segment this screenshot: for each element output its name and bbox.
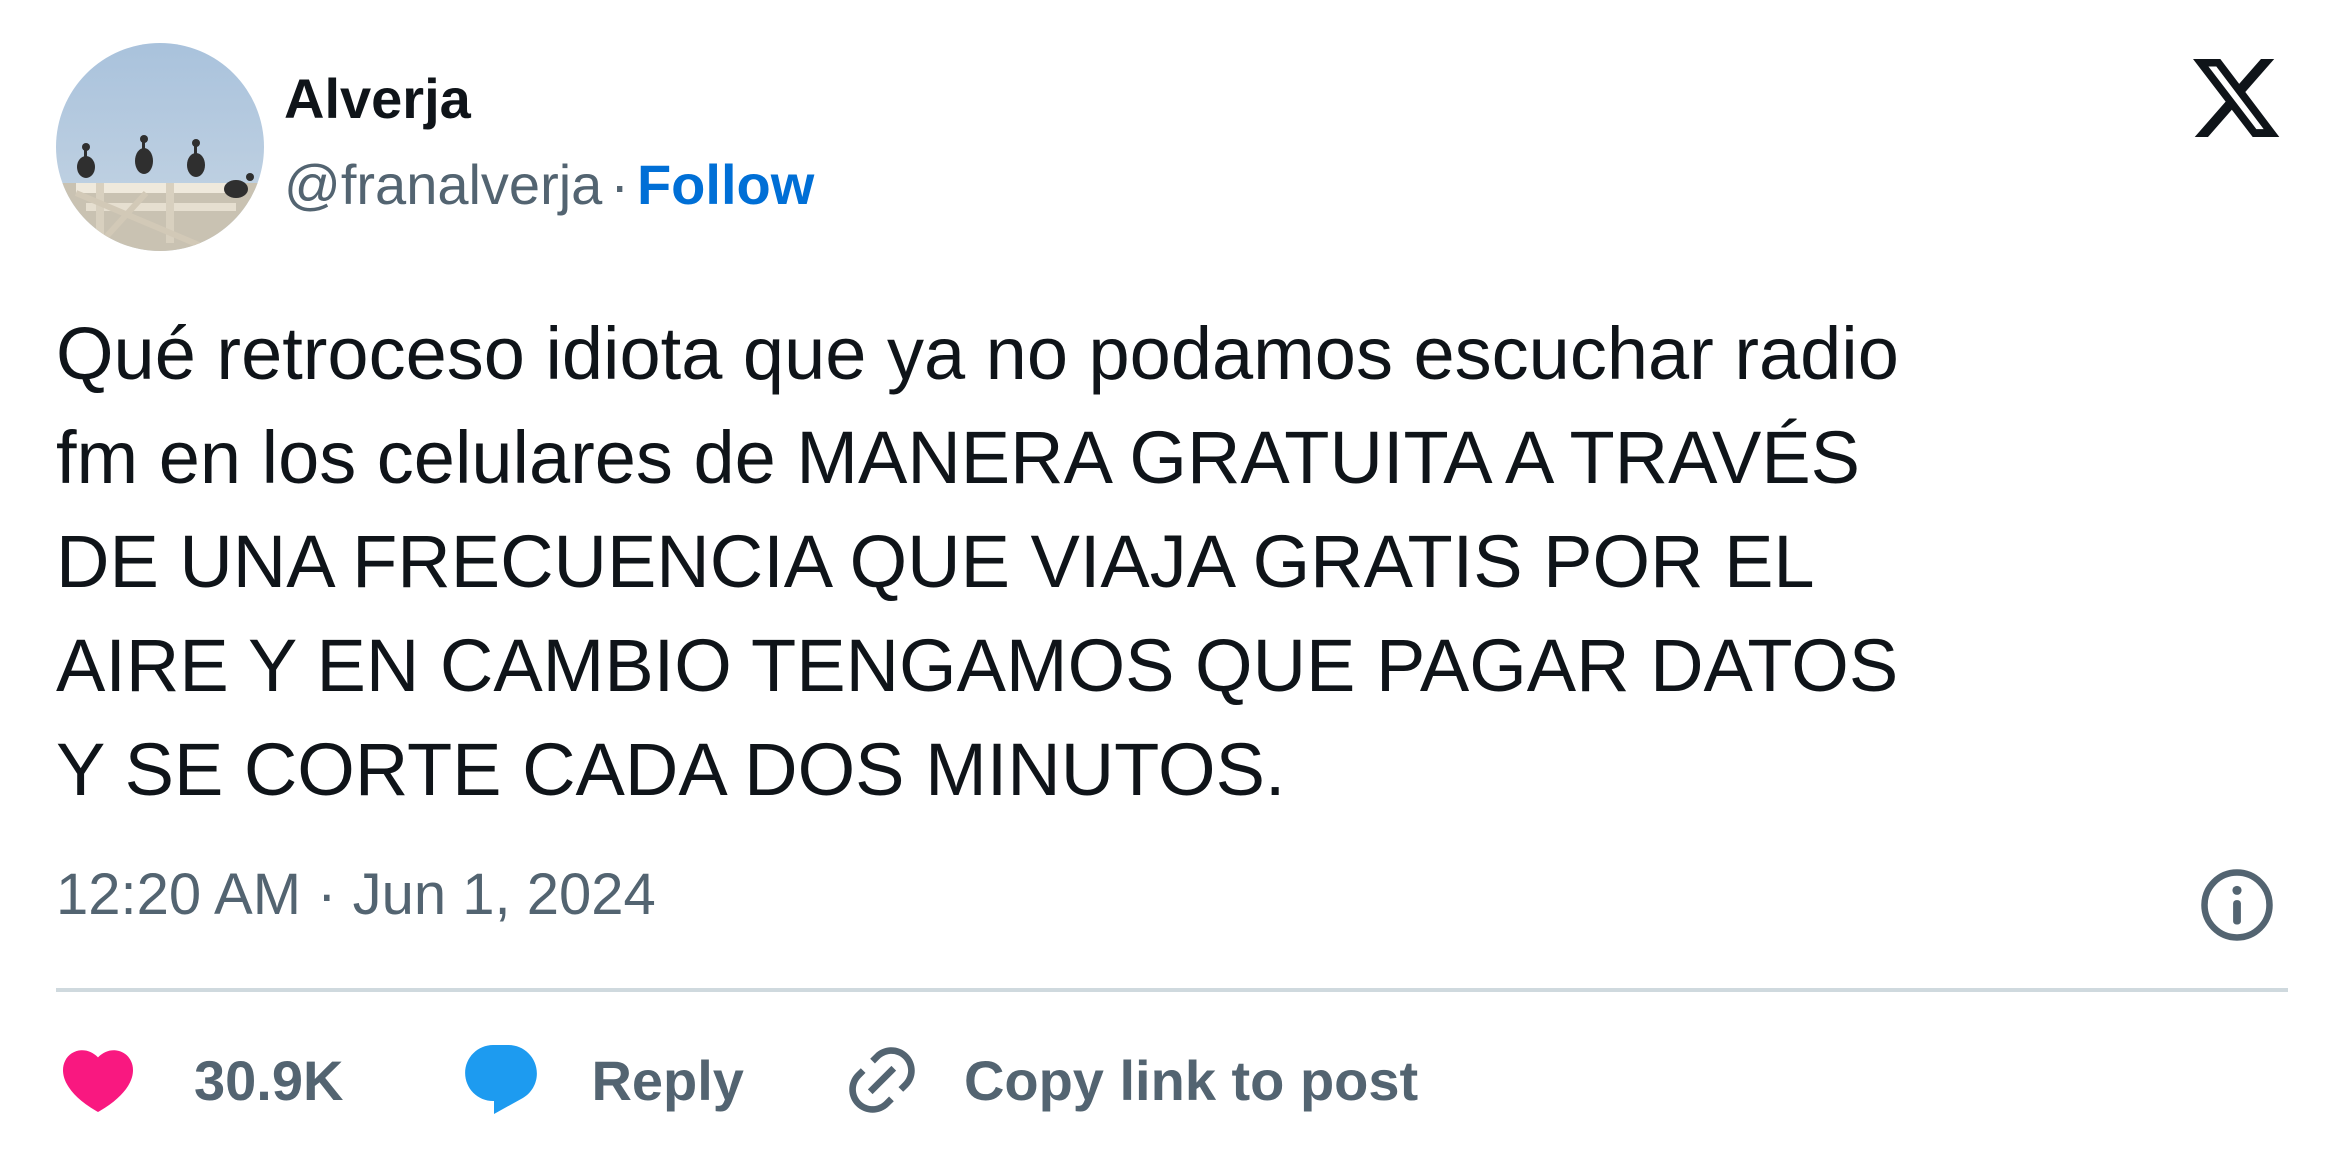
like-button[interactable]: 30.9K xyxy=(56,1038,343,1122)
divider xyxy=(56,988,2288,992)
heart-icon xyxy=(56,1038,140,1122)
tweet-card: Alverja @franalverja · Follow Qué retroces… xyxy=(0,0,2350,1155)
action-bar: 30.9K Reply Copy link to post xyxy=(56,1035,1418,1125)
link-icon xyxy=(842,1040,922,1120)
timestamp[interactable]: 12:20 AM · Jun 1, 2024 xyxy=(56,860,656,930)
speech-bubble-icon xyxy=(459,1038,543,1122)
x-logo-icon[interactable] xyxy=(2188,50,2284,146)
follow-button[interactable]: Follow xyxy=(637,153,814,216)
info-icon[interactable] xyxy=(2198,866,2276,944)
tweet-text: Qué retroceso idiota que ya no podamos e… xyxy=(56,312,1899,811)
copy-link-label: Copy link to post xyxy=(963,1048,1419,1112)
likes-count: 30.9K xyxy=(194,1048,344,1112)
copy-link-button[interactable]: Copy link to post xyxy=(842,1040,1418,1120)
reply-button[interactable]: Reply xyxy=(459,1038,744,1122)
display-name[interactable]: Alverja xyxy=(284,64,471,134)
avatar[interactable] xyxy=(56,43,264,251)
handle-separator: · xyxy=(610,153,629,216)
reply-label: Reply xyxy=(591,1048,744,1112)
avatar-image xyxy=(56,43,264,251)
handle-row: @franalverja · Follow xyxy=(284,150,814,220)
handle[interactable]: @franalverja xyxy=(284,153,602,216)
